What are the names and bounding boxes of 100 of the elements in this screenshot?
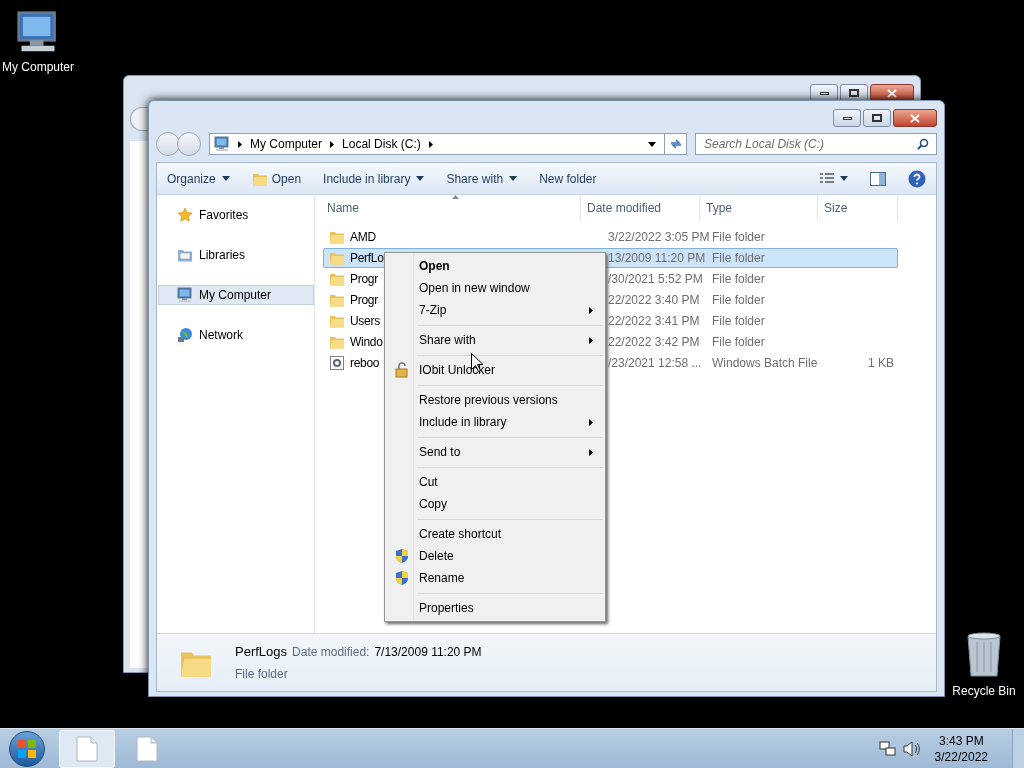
file-name[interactable]: Windo bbox=[350, 333, 383, 351]
sidebar-item[interactable]: Favorites bbox=[158, 205, 314, 225]
menu-item[interactable]: IObit Unlocker bbox=[387, 359, 603, 381]
type-cell-text: File folder bbox=[711, 334, 766, 351]
padlock-icon bbox=[394, 362, 410, 378]
menu-item[interactable]: 7-Zip bbox=[387, 299, 603, 321]
toolbar-button[interactable]: Open bbox=[251, 169, 302, 188]
trash-bin-icon bbox=[965, 632, 1003, 678]
details-value: File folder bbox=[235, 665, 289, 683]
details-label: Date modified: bbox=[292, 644, 370, 662]
folder-icon bbox=[329, 272, 345, 286]
help-button[interactable] bbox=[908, 169, 926, 188]
preview-pane-button[interactable] bbox=[870, 171, 886, 186]
start-button[interactable] bbox=[9, 730, 45, 767]
chevron-icon bbox=[428, 140, 433, 148]
minimize-button[interactable] bbox=[833, 109, 861, 127]
breadcrumb-item[interactable]: My Computer bbox=[250, 135, 323, 153]
sidebar-item[interactable]: My Computer bbox=[158, 285, 314, 305]
view-options-button[interactable] bbox=[820, 173, 848, 184]
date-cell-text: 22/2022 3:41 PM bbox=[608, 313, 701, 330]
pane-icon bbox=[870, 171, 886, 186]
menu-item[interactable]: Send to bbox=[387, 441, 603, 463]
dropdown-icon bbox=[648, 141, 656, 147]
caret-icon bbox=[509, 176, 518, 181]
column-header[interactable]: Name bbox=[315, 195, 581, 221]
details-file-name: PerfLogs bbox=[235, 643, 288, 662]
folder-icon bbox=[329, 335, 345, 349]
menu-item[interactable]: Create shortcut bbox=[387, 523, 603, 545]
windows-logo-icon bbox=[17, 738, 37, 759]
file-name[interactable]: AMD bbox=[350, 228, 376, 246]
column-header[interactable]: Type bbox=[700, 195, 818, 221]
help-icon bbox=[908, 169, 926, 188]
date-cell-text: 22/2022 3:40 PM bbox=[608, 292, 701, 309]
file-name[interactable]: Progr bbox=[350, 270, 378, 288]
file-name[interactable]: Users bbox=[350, 312, 380, 330]
type-cell-text: File folder bbox=[711, 271, 766, 288]
caret-icon bbox=[416, 176, 425, 181]
list-view-icon bbox=[820, 173, 834, 184]
toolbar-button[interactable]: Share with bbox=[446, 169, 518, 188]
menu-item[interactable]: Include in library bbox=[387, 411, 603, 433]
menu-item[interactable]: Properties bbox=[387, 597, 603, 619]
type-cell-text: File folder bbox=[711, 250, 766, 267]
close-icon bbox=[910, 113, 920, 123]
speaker-icon bbox=[902, 740, 921, 757]
shield-icon bbox=[394, 548, 410, 564]
submenu-arrow-icon bbox=[589, 448, 593, 456]
date-cell-text: 13/2009 11:20 PM bbox=[608, 250, 707, 267]
toolbar-button[interactable]: New folder bbox=[539, 169, 597, 188]
maximize-button[interactable] bbox=[863, 109, 891, 127]
search-field[interactable]: Search Local Disk (C:) bbox=[695, 133, 937, 155]
date-cell-text: /23/2021 12:58 ... bbox=[608, 355, 703, 372]
file-name[interactable]: PerfLo bbox=[350, 249, 384, 267]
folder-icon bbox=[329, 230, 345, 244]
menu-item[interactable]: Restore previous versions bbox=[387, 389, 603, 411]
menu-item[interactable]: Delete bbox=[387, 545, 603, 567]
menu-item[interactable]: Cut bbox=[387, 471, 603, 493]
submenu-arrow-icon bbox=[589, 418, 593, 426]
folder-icon bbox=[251, 171, 268, 186]
document-icon bbox=[76, 735, 98, 762]
address-bar[interactable]: My Computer Local Disk (C:) bbox=[209, 133, 687, 155]
caret-icon bbox=[840, 176, 848, 181]
close-icon bbox=[887, 88, 897, 98]
refresh-icon bbox=[668, 138, 683, 150]
submenu-arrow-icon bbox=[589, 336, 593, 344]
gear-file-icon bbox=[329, 355, 345, 371]
details-value: 7/13/2009 11:20 PM bbox=[374, 644, 482, 662]
toolbar-button[interactable]: Organize bbox=[167, 169, 230, 188]
breadcrumb-item[interactable]: Local Disk (C:) bbox=[342, 135, 421, 153]
menu-item[interactable]: Open in new window bbox=[387, 277, 603, 299]
sidebar-item[interactable]: Network bbox=[158, 325, 314, 345]
desktop-icon-label[interactable]: Recycle Bin bbox=[952, 682, 1016, 700]
star-icon bbox=[177, 207, 193, 223]
clock[interactable]: 3:43 PM 3/22/2022 bbox=[934, 732, 988, 765]
chevron-icon bbox=[330, 140, 335, 148]
file-name[interactable]: reboo bbox=[350, 354, 380, 372]
folder-icon bbox=[329, 293, 345, 307]
sort-arrow-icon bbox=[452, 195, 459, 199]
globe-icon bbox=[177, 327, 193, 343]
menu-item[interactable]: Rename bbox=[387, 567, 603, 589]
menu-item[interactable]: Share with bbox=[387, 329, 603, 351]
file-name[interactable]: Progr bbox=[350, 291, 378, 309]
document-icon bbox=[136, 735, 158, 762]
type-cell-text: File folder bbox=[711, 313, 766, 330]
submenu-arrow-icon bbox=[589, 306, 593, 314]
desktop-icon-label[interactable]: My Computer bbox=[2, 58, 74, 76]
column-header[interactable]: Size bbox=[818, 195, 898, 221]
chevron-icon bbox=[238, 140, 242, 148]
back-button[interactable] bbox=[130, 107, 148, 131]
close-button[interactable] bbox=[893, 109, 937, 127]
type-cell-text: File folder bbox=[711, 229, 766, 246]
library-icon bbox=[177, 248, 193, 262]
type-cell-text: File folder bbox=[711, 292, 766, 309]
date-cell-text: 22/2022 3:42 PM bbox=[608, 334, 701, 351]
toolbar-button[interactable]: Include in library bbox=[323, 169, 425, 188]
column-header[interactable]: Date modified bbox=[581, 195, 700, 221]
type-cell-text: Windows Batch File bbox=[711, 355, 819, 372]
menu-item[interactable]: Copy bbox=[387, 493, 603, 515]
size-cell-text: 1 KB bbox=[868, 355, 894, 372]
search-icon bbox=[917, 138, 929, 150]
sidebar-item[interactable]: Libraries bbox=[158, 245, 314, 265]
